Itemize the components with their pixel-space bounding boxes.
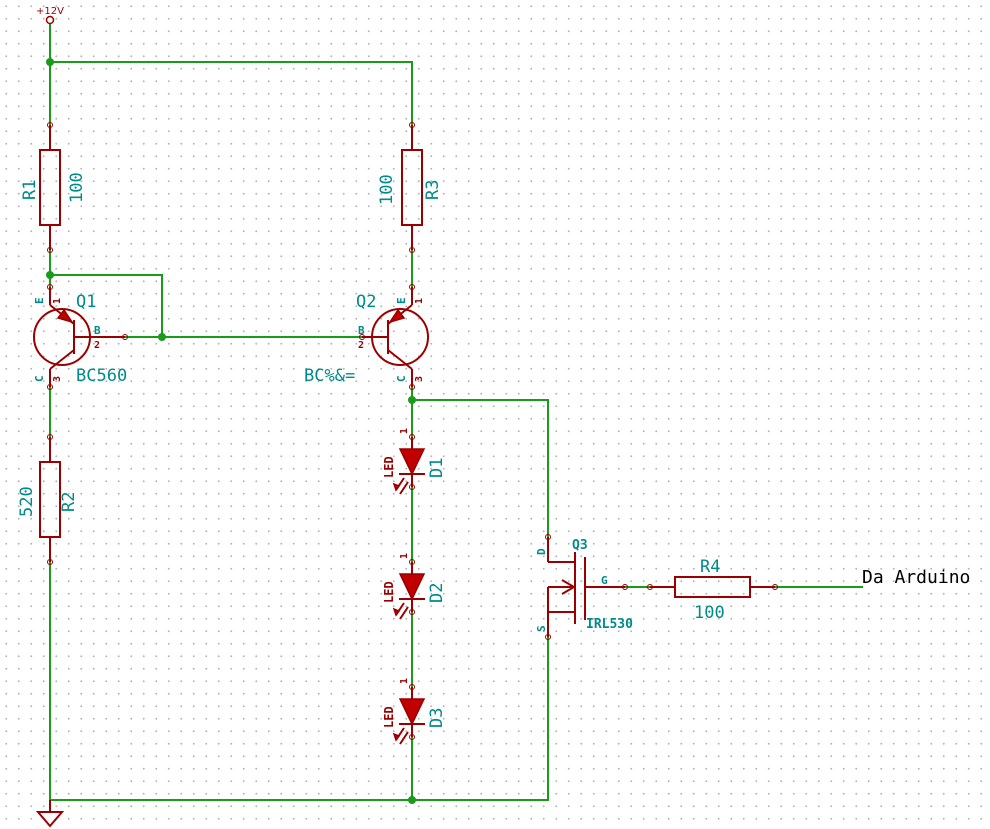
mosfet-q3: Q3 IRL530 D G S — [535, 534, 633, 640]
d3-pin-num: 1 — [399, 678, 410, 684]
ground-symbol — [35, 800, 65, 828]
d2-ref: D2 — [427, 583, 447, 603]
r3-ref: R3 — [423, 180, 443, 200]
q2-pin-e-num: 1 — [414, 298, 425, 304]
d1-ref: D1 — [427, 458, 447, 478]
q2-value: BC%&= — [304, 366, 355, 386]
d3-value: LED — [382, 706, 396, 728]
q2-pin-c-num: 3 — [414, 376, 425, 382]
junction-dot — [408, 796, 416, 804]
q3-pin-s: S — [535, 625, 548, 632]
d2-value: LED — [382, 581, 396, 603]
r4-ref: R4 — [700, 557, 720, 577]
q1-pin-e-num: 1 — [52, 298, 63, 304]
q1-value: BC560 — [76, 366, 127, 386]
d1-value: LED — [382, 456, 396, 478]
d3-ref: D3 — [427, 708, 447, 728]
transistor-q1: Q1 BC560 E 1 B 2 C 3 — [33, 284, 128, 390]
wires — [49, 21, 863, 801]
resistor-r4: R4 100 — [647, 557, 778, 623]
d2-pin-num: 1 — [399, 553, 410, 559]
q3-pin-g: G — [601, 574, 608, 587]
q2-pin-c: C — [395, 375, 408, 382]
q3-ref: Q3 — [572, 538, 588, 553]
junction-dot — [158, 333, 166, 341]
r2-ref: R2 — [59, 492, 79, 512]
q2-pin-b-num: 2 — [358, 340, 364, 351]
junction-dot — [46, 58, 54, 66]
r4-value: 100 — [694, 603, 725, 623]
resistor-r3: 100 R3 — [377, 122, 443, 253]
q1-pin-c-num: 3 — [52, 376, 63, 382]
r1-ref: R1 — [20, 180, 40, 200]
led-d1: 1 LED D1 — [382, 428, 447, 495]
q1-ref: Q1 — [76, 292, 96, 312]
led-d2: 1 LED D2 — [382, 553, 447, 620]
power-label: +12V — [36, 6, 64, 17]
power-symbol-12v: +12V — [36, 6, 64, 25]
r3-value: 100 — [377, 174, 397, 205]
r2-value: 520 — [17, 486, 37, 517]
junctions — [46, 58, 416, 804]
q3-value: IRL530 — [586, 617, 633, 632]
q2-ref: Q2 — [356, 292, 376, 312]
q1-pin-c: C — [33, 375, 46, 382]
schematic-diagram: +12V R1 100 100 R3 520 R2 R4 100 Q1 BC56… — [17, 6, 970, 828]
resistor-r1: R1 100 — [20, 122, 87, 253]
q2-pin-b: B — [358, 324, 365, 337]
r1-value: 100 — [67, 172, 87, 203]
led-d3: 1 LED D3 — [382, 678, 447, 745]
q1-pin-b: B — [94, 324, 101, 337]
q2-pin-e: E — [395, 297, 408, 304]
net-label-arduino: Da Arduino — [862, 567, 970, 588]
junction-dot — [408, 396, 416, 404]
resistor-r2: 520 R2 — [17, 434, 79, 565]
q3-pin-d: D — [535, 548, 548, 555]
d1-pin-num: 1 — [399, 428, 410, 434]
junction-dot — [46, 271, 54, 279]
q1-pin-b-num: 2 — [94, 340, 100, 351]
q1-pin-e: E — [33, 297, 46, 304]
